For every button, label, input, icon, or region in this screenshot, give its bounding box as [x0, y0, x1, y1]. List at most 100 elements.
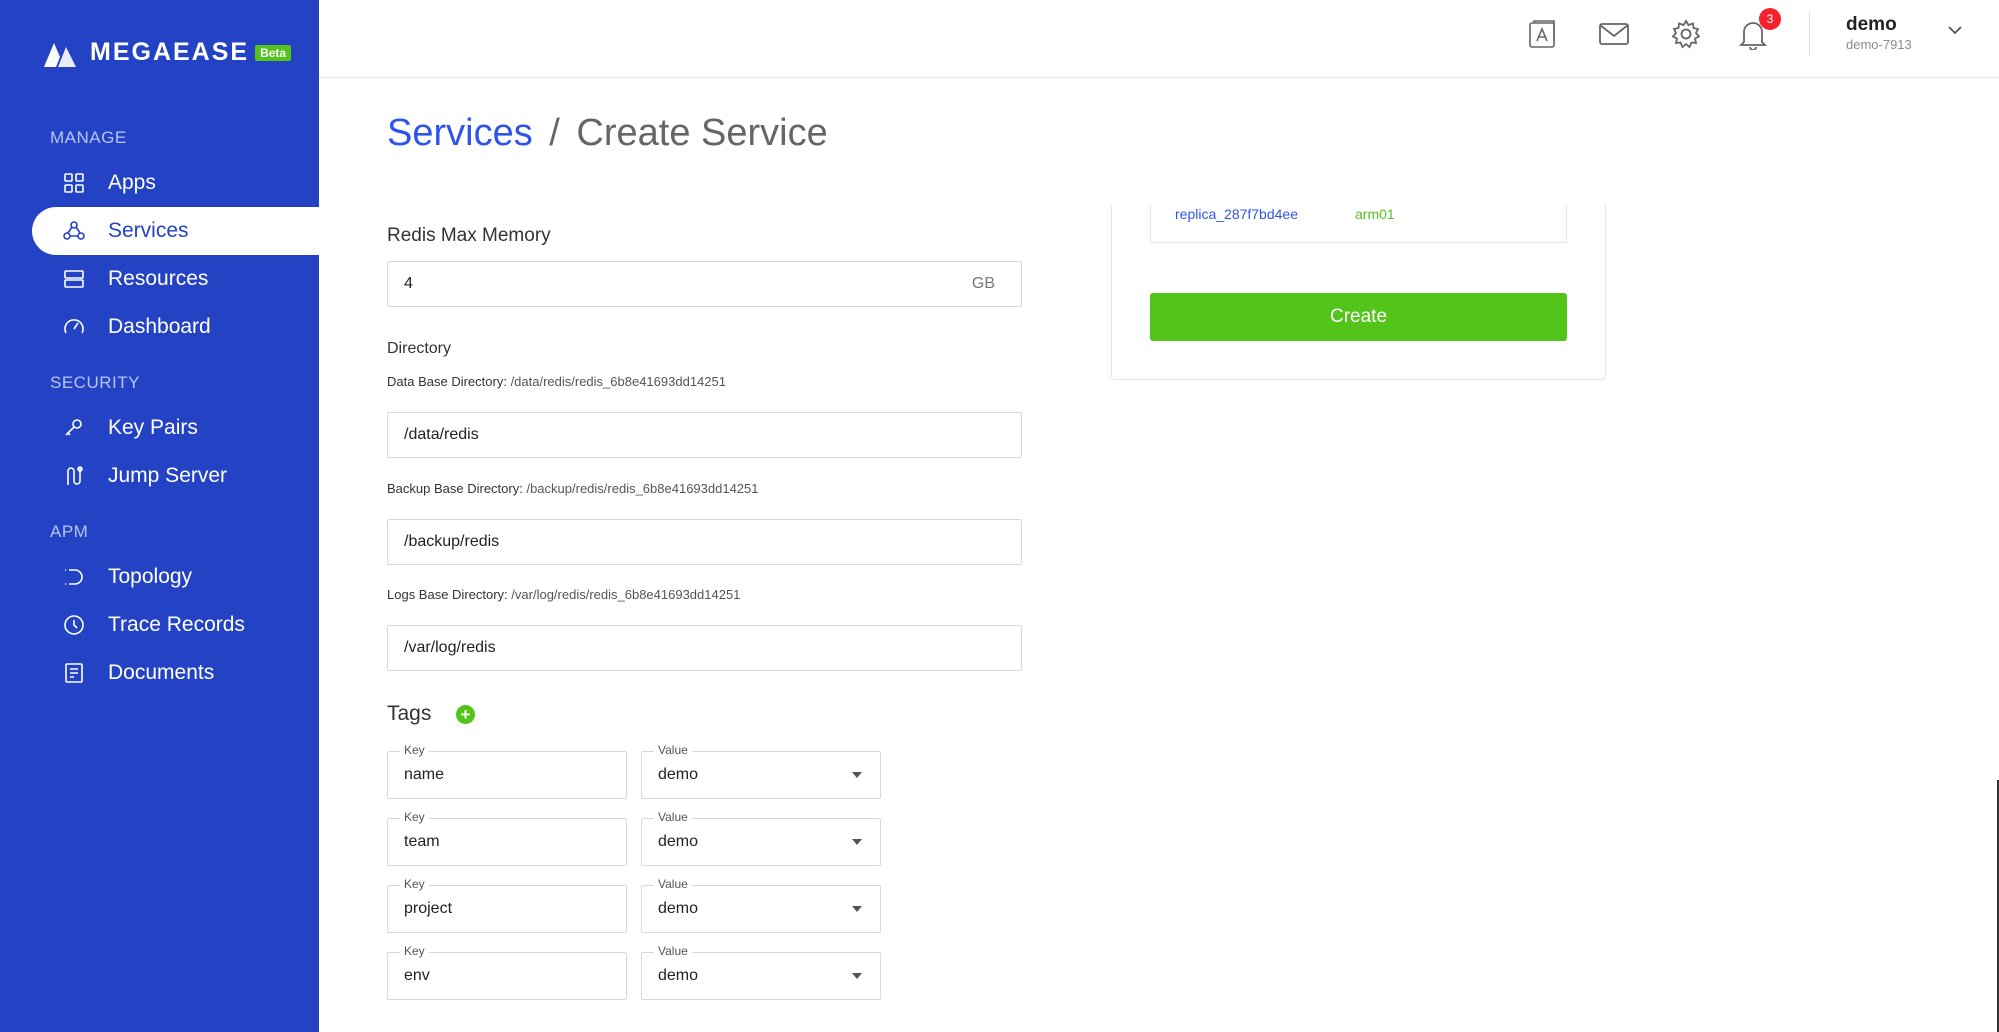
breadcrumb-separator: / [549, 112, 560, 154]
tag-value-select[interactable]: Value demo [641, 944, 881, 1000]
logs-directory-path: /var/log/redis/redis_6b8e41693dd14251 [511, 587, 741, 602]
brand-logo[interactable]: MEGAEASE Beta [44, 38, 292, 67]
backup-directory-label: Backup Base Directory: /backup/redis/red… [387, 481, 759, 496]
tag-value-select[interactable]: Value demo [641, 743, 881, 799]
brand-name: MEGAEASE [90, 38, 250, 66]
tag-value-value: demo [658, 967, 699, 984]
logs-directory-input[interactable]: /var/log/redis [387, 625, 1022, 671]
sidebar: MEGAEASE Beta MANAGE Apps Services Resou… [0, 0, 319, 1032]
sidebar-item-label: Resources [108, 267, 209, 290]
document-icon [62, 661, 86, 685]
data-directory-input[interactable]: /data/redis [387, 412, 1022, 458]
beta-badge: Beta [255, 44, 292, 61]
tag-key-input[interactable]: Key env [387, 944, 627, 1000]
header-divider [1809, 12, 1810, 56]
tag-value-label: Value [654, 810, 692, 824]
services-icon [62, 219, 86, 243]
notification-count-badge: 3 [1759, 8, 1781, 30]
tag-value-value: demo [658, 900, 699, 917]
sidebar-item-label: Services [108, 219, 189, 242]
memory-unit-suffix: GB [971, 275, 995, 292]
tag-key-value: team [404, 833, 440, 850]
tag-key-input[interactable]: Key name [387, 743, 627, 799]
data-directory-label: Data Base Directory: /data/redis/redis_6… [387, 374, 726, 389]
sidebar-item-dashboard[interactable]: Dashboard [32, 303, 319, 351]
tag-key-value: project [404, 900, 453, 917]
sidebar-item-resources[interactable]: Resources [32, 255, 319, 303]
backup-directory-caption: Backup Base Directory: [387, 481, 523, 496]
caret-down-icon [852, 839, 862, 845]
sidebar-item-trace-records[interactable]: Trace Records [32, 601, 319, 649]
tag-value-label: Value [654, 877, 692, 891]
replica-host: arm01 [1355, 206, 1395, 222]
breadcrumb-services-link[interactable]: Services [387, 112, 533, 154]
jump-server-icon [62, 464, 86, 488]
sidebar-item-label: Jump Server [108, 464, 228, 487]
tag-value-label: Value [654, 743, 692, 757]
max-memory-label: Redis Max Memory [387, 225, 551, 246]
max-memory-value: 4 [404, 275, 413, 292]
sidebar-item-services[interactable]: Services [32, 207, 319, 255]
backup-directory-input[interactable]: /backup/redis [387, 519, 1022, 565]
section-title-security: SECURITY [50, 373, 140, 392]
section-title-apm: APM [50, 522, 89, 541]
section-title-manage: MANAGE [50, 128, 127, 147]
sidebar-item-label: Topology [108, 565, 193, 588]
settings-gear-icon[interactable] [1670, 18, 1702, 50]
caret-down-icon [852, 906, 862, 912]
mail-icon[interactable] [1598, 18, 1630, 50]
tag-key-value: env [404, 967, 430, 984]
breadcrumb: Services / Create Service [387, 112, 828, 155]
clock-icon [62, 613, 86, 637]
data-directory-caption: Data Base Directory: [387, 374, 507, 389]
replica-row: replica_287f7bd4ee arm01 [1150, 205, 1567, 243]
translate-icon[interactable] [1526, 18, 1558, 50]
sidebar-item-label: Dashboard [108, 315, 211, 338]
tag-value-value: demo [658, 766, 699, 783]
caret-down-icon [852, 772, 862, 778]
logs-directory-value: /var/log/redis [404, 639, 496, 656]
logs-directory-caption: Logs Base Directory: [387, 587, 508, 602]
backup-directory-value: /backup/redis [404, 533, 500, 550]
notification-bell-icon[interactable]: 3 [1737, 8, 1781, 50]
topology-icon [62, 565, 86, 589]
apps-icon [62, 171, 86, 195]
backup-directory-path: /backup/redis/redis_6b8e41693dd14251 [526, 481, 759, 496]
caret-down-icon [852, 973, 862, 979]
tag-key-input[interactable]: Key team [387, 810, 627, 866]
sidebar-item-documents[interactable]: Documents [32, 649, 319, 697]
logs-directory-label: Logs Base Directory: /var/log/redis/redi… [387, 587, 740, 602]
sidebar-item-jump-server[interactable]: Jump Server [32, 452, 319, 500]
tag-value-label: Value [654, 944, 692, 958]
tag-value-value: demo [658, 833, 699, 850]
chevron-down-icon[interactable] [1948, 22, 1962, 40]
sidebar-item-label: Documents [108, 661, 215, 684]
user-name[interactable]: demo [1846, 14, 1897, 36]
breadcrumb-current: Create Service [576, 112, 828, 154]
add-tag-button[interactable]: + [456, 705, 475, 724]
tag-key-input[interactable]: Key project [387, 877, 627, 933]
directory-label: Directory [387, 340, 452, 357]
sidebar-item-label: Apps [108, 171, 156, 194]
data-directory-value: /data/redis [404, 426, 479, 443]
tags-title: Tags [387, 702, 432, 725]
sidebar-item-label: Key Pairs [108, 416, 198, 439]
sidebar-item-topology[interactable]: Topology [32, 553, 319, 601]
tag-value-select[interactable]: Value demo [641, 810, 881, 866]
tag-key-value: name [404, 766, 445, 783]
sidebar-item-label: Trace Records [108, 613, 245, 636]
create-button[interactable]: Create [1150, 293, 1567, 341]
megaease-logo-icon [44, 42, 76, 67]
tag-key-label: Key [400, 743, 429, 757]
max-memory-input[interactable]: 4 GB [387, 261, 1022, 307]
sidebar-item-key-pairs[interactable]: Key Pairs [32, 404, 319, 452]
user-id: demo-7913 [1846, 37, 1912, 52]
data-directory-path: /data/redis/redis_6b8e41693dd14251 [510, 374, 726, 389]
replica-name[interactable]: replica_287f7bd4ee [1175, 206, 1298, 222]
sidebar-item-apps[interactable]: Apps [32, 159, 319, 207]
tag-key-label: Key [400, 877, 429, 891]
tag-key-label: Key [400, 810, 429, 824]
resources-icon [62, 267, 86, 291]
tag-value-select[interactable]: Value demo [641, 877, 881, 933]
tag-key-label: Key [400, 944, 429, 958]
